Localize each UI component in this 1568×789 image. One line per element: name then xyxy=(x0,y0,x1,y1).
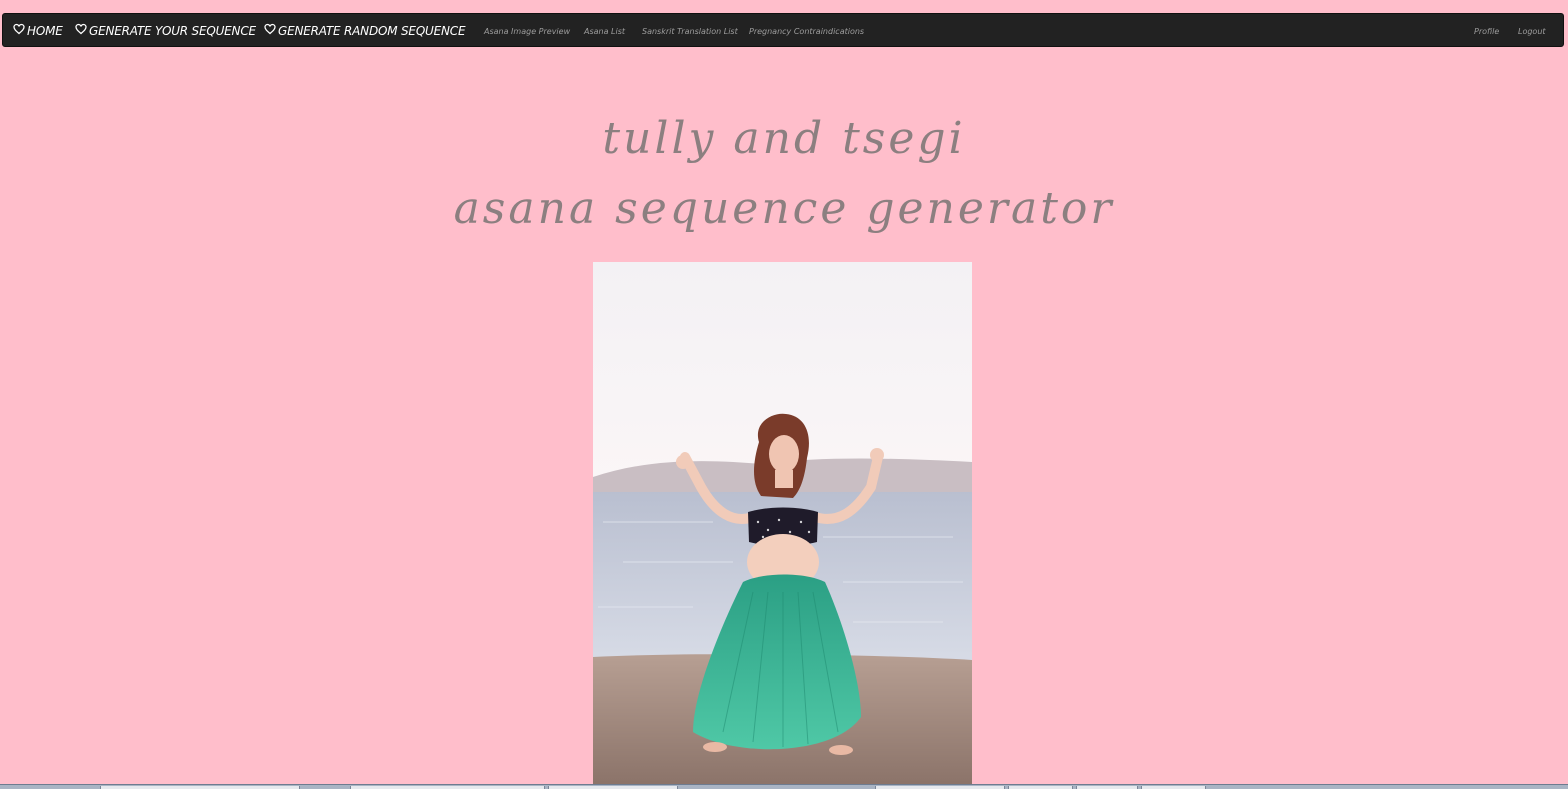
nav-generate-your-sequence-label: GENERATE YOUR SEQUENCE xyxy=(89,24,256,38)
page-title-line-1: tully and tsegi xyxy=(602,113,966,164)
os-taskbar xyxy=(0,784,1568,789)
heart-outline-icon xyxy=(264,23,276,35)
nav-generate-random-sequence-label: GENERATE RANDOM SEQUENCE xyxy=(278,24,466,38)
heart-outline-icon xyxy=(13,23,25,35)
nav-pregnancy-contraindications-link[interactable]: Pregnancy Contraindications xyxy=(749,14,864,48)
nav-asana-image-preview-link[interactable]: Asana Image Preview xyxy=(484,14,570,48)
page: HOME GENERATE YOUR SEQUENCE GENERATE RAN… xyxy=(0,0,1568,789)
nav-home-link[interactable]: HOME xyxy=(13,14,63,48)
nav-sanskrit-translation-list-link[interactable]: Sanskrit Translation List xyxy=(642,14,738,48)
hero-photo xyxy=(593,262,972,789)
nav-home-label: HOME xyxy=(27,24,63,38)
nav-generate-random-sequence-link[interactable]: GENERATE RANDOM SEQUENCE xyxy=(264,14,466,48)
nav-logout-link[interactable]: Logout xyxy=(1518,14,1546,48)
nav-asana-list-link[interactable]: Asana List xyxy=(584,14,625,48)
page-title-line-2: asana sequence generator xyxy=(453,183,1115,234)
heart-outline-icon xyxy=(75,23,87,35)
top-navbar: HOME GENERATE YOUR SEQUENCE GENERATE RAN… xyxy=(2,13,1564,47)
nav-generate-your-sequence-link[interactable]: GENERATE YOUR SEQUENCE xyxy=(75,14,256,48)
nav-profile-link[interactable]: Profile xyxy=(1474,14,1499,48)
